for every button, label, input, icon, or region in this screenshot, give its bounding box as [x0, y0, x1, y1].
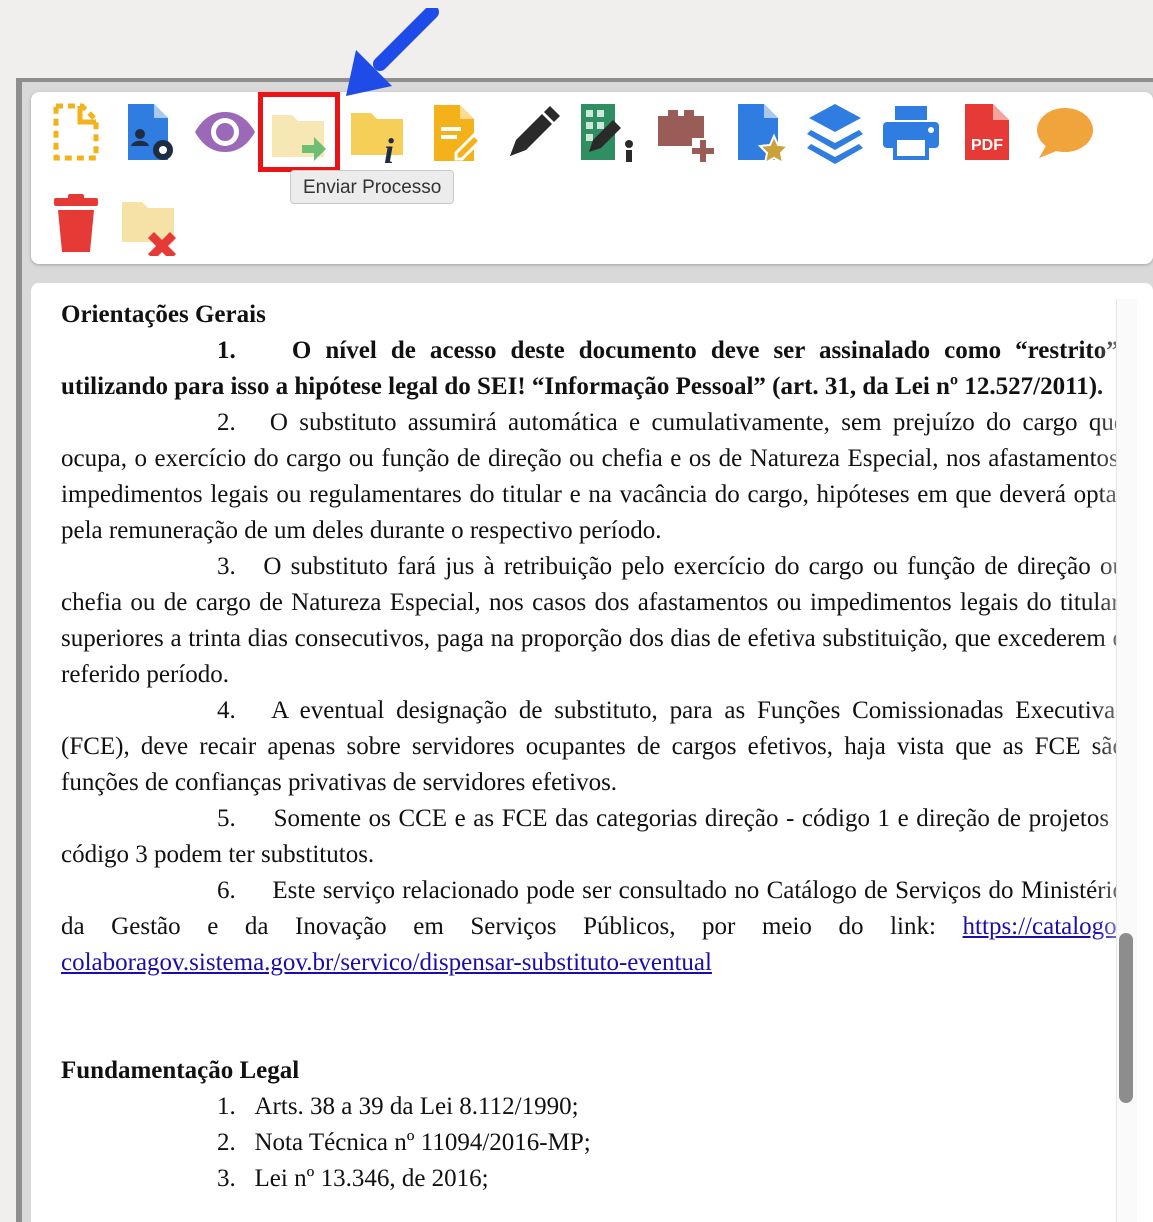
document-settings-icon[interactable]	[118, 100, 182, 164]
list-text: Lei nº 13.346, de 2016;	[254, 1165, 489, 1192]
pdf-icon[interactable]: PDF	[955, 100, 1019, 164]
list-item: 3. O substituto fará jus à retribuição p…	[61, 549, 1125, 693]
eye-icon[interactable]	[193, 100, 257, 164]
list-item: 4. A eventual designação de substituto, …	[61, 693, 1125, 801]
legal-item: 1. Arts. 38 a 39 da Lei 8.112/1990;	[61, 1089, 1125, 1125]
new-document-icon[interactable]	[44, 100, 108, 164]
add-block-icon[interactable]	[652, 100, 716, 164]
legal-item: 2. Nota Técnica nº 11094/2016-MP;	[61, 1125, 1125, 1161]
list-number: 1.	[217, 337, 236, 364]
list-number: 1.	[217, 1093, 236, 1120]
legal-item: 3. Lei nº 13.346, de 2016;	[61, 1161, 1125, 1197]
sign-block-icon[interactable]	[575, 100, 639, 164]
list-number: 6.	[217, 877, 236, 904]
delete-icon[interactable]	[44, 192, 108, 256]
document-body: Orientações Gerais 1. O nível de acesso …	[61, 297, 1125, 1197]
favorite-document-icon[interactable]	[728, 100, 792, 164]
list-number: 2.	[217, 409, 236, 436]
edit-document-icon[interactable]	[424, 101, 488, 165]
pointer-arrow-icon	[346, 8, 439, 96]
list-number: 3.	[217, 1165, 236, 1192]
list-item: 2. O substituto assumirá automática e cu…	[61, 405, 1125, 549]
svg-text:PDF: PDF	[971, 137, 1003, 154]
section-heading: Fundamentação Legal	[61, 1057, 300, 1084]
list-text: Arts. 38 a 39 da Lei 8.112/1990;	[254, 1093, 579, 1120]
comment-icon[interactable]	[1031, 100, 1095, 164]
legal-list: 1. Arts. 38 a 39 da Lei 8.112/1990; 2. N…	[61, 1089, 1125, 1197]
scrollbar-thumb[interactable]	[1119, 933, 1133, 1103]
list-number: 5.	[217, 805, 236, 832]
list-text: Nota Técnica nº 11094/2016-MP;	[254, 1129, 591, 1156]
send-process-highlight	[258, 92, 340, 172]
list-item: 1. O nível de acesso deste documento dev…	[61, 333, 1125, 405]
section-heading: Orientações Gerais	[61, 301, 266, 328]
svg-text:i: i	[384, 131, 394, 165]
sign-icon[interactable]	[500, 100, 564, 164]
list-number: 2.	[217, 1129, 236, 1156]
tooltip: Enviar Processo	[290, 170, 455, 204]
list-item: 6. Este serviço relacionado pode ser con…	[61, 873, 1125, 981]
print-icon[interactable]	[879, 100, 943, 164]
layers-icon[interactable]	[803, 100, 867, 164]
list-number: 3.	[217, 553, 236, 580]
list-item: 5. Somente os CCE e as FCE das categoria…	[61, 801, 1125, 873]
document-panel: Orientações Gerais 1. O nível de acesso …	[31, 283, 1153, 1222]
list-number: 4.	[217, 697, 236, 724]
close-folder-icon[interactable]	[118, 192, 182, 256]
process-info-icon[interactable]: i	[345, 101, 409, 165]
